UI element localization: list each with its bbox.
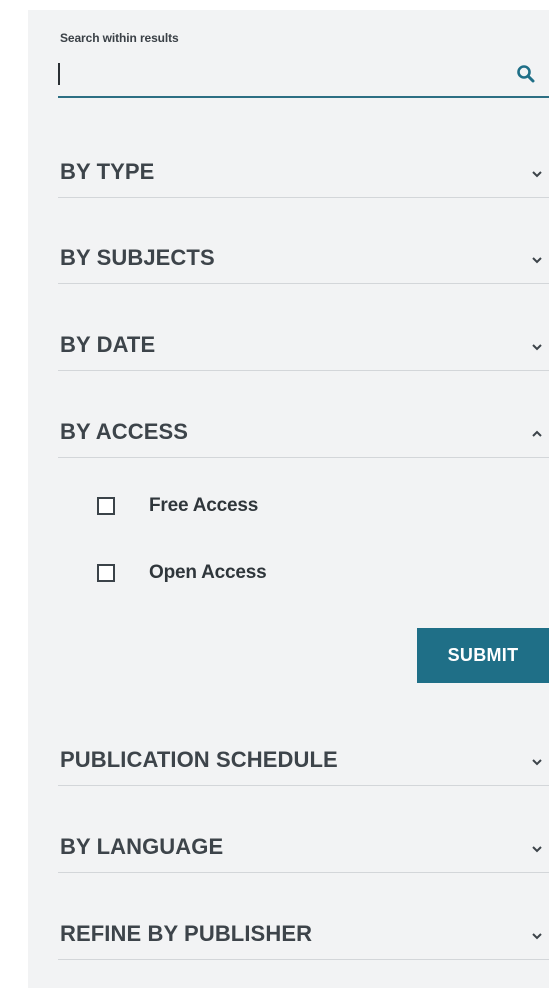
facet-label: BY ACCESS xyxy=(60,419,189,444)
chevron-up-icon[interactable] xyxy=(531,429,543,439)
search-icon[interactable] xyxy=(515,63,537,85)
facet-label: BY LANGUAGE xyxy=(60,834,224,859)
facet-label: BY TYPE xyxy=(60,159,155,184)
facet-label: BY DATE xyxy=(60,332,156,357)
search-input[interactable] xyxy=(58,55,498,93)
facet-refine-by-publisher[interactable]: REFINE BY PUBLISHER xyxy=(58,904,549,960)
facet-by-subjects[interactable]: BY SUBJECTS xyxy=(58,228,549,284)
facet-label: BY SUBJECTS xyxy=(60,245,215,270)
chevron-down-icon[interactable] xyxy=(531,342,543,352)
facet-by-language[interactable]: BY LANGUAGE xyxy=(58,817,549,873)
option-label: Free Access xyxy=(149,495,259,516)
chevron-down-icon[interactable] xyxy=(531,931,543,941)
free-access-checkbox[interactable] xyxy=(97,497,115,515)
facet-by-type[interactable]: BY TYPE xyxy=(58,142,549,198)
chevron-down-icon[interactable] xyxy=(531,757,543,767)
facet-by-access[interactable]: BY ACCESS xyxy=(58,402,549,458)
facet-publication-schedule[interactable]: PUBLICATION SCHEDULE xyxy=(58,730,549,786)
search-label: Search within results xyxy=(60,31,179,45)
facet-label: REFINE BY PUBLISHER xyxy=(60,921,313,946)
chevron-down-icon[interactable] xyxy=(531,844,543,854)
option-open-access[interactable]: Open Access xyxy=(97,561,357,589)
text-cursor xyxy=(58,63,60,85)
option-label: Open Access xyxy=(149,562,267,583)
submit-button[interactable]: SUBMIT xyxy=(417,628,549,683)
open-access-checkbox[interactable] xyxy=(97,564,115,582)
facet-by-date[interactable]: BY DATE xyxy=(58,315,549,371)
search-field[interactable] xyxy=(58,55,549,98)
chevron-down-icon[interactable] xyxy=(531,255,543,265)
option-free-access[interactable]: Free Access xyxy=(97,494,357,522)
facet-label: PUBLICATION SCHEDULE xyxy=(60,747,338,772)
chevron-down-icon[interactable] xyxy=(531,169,543,179)
